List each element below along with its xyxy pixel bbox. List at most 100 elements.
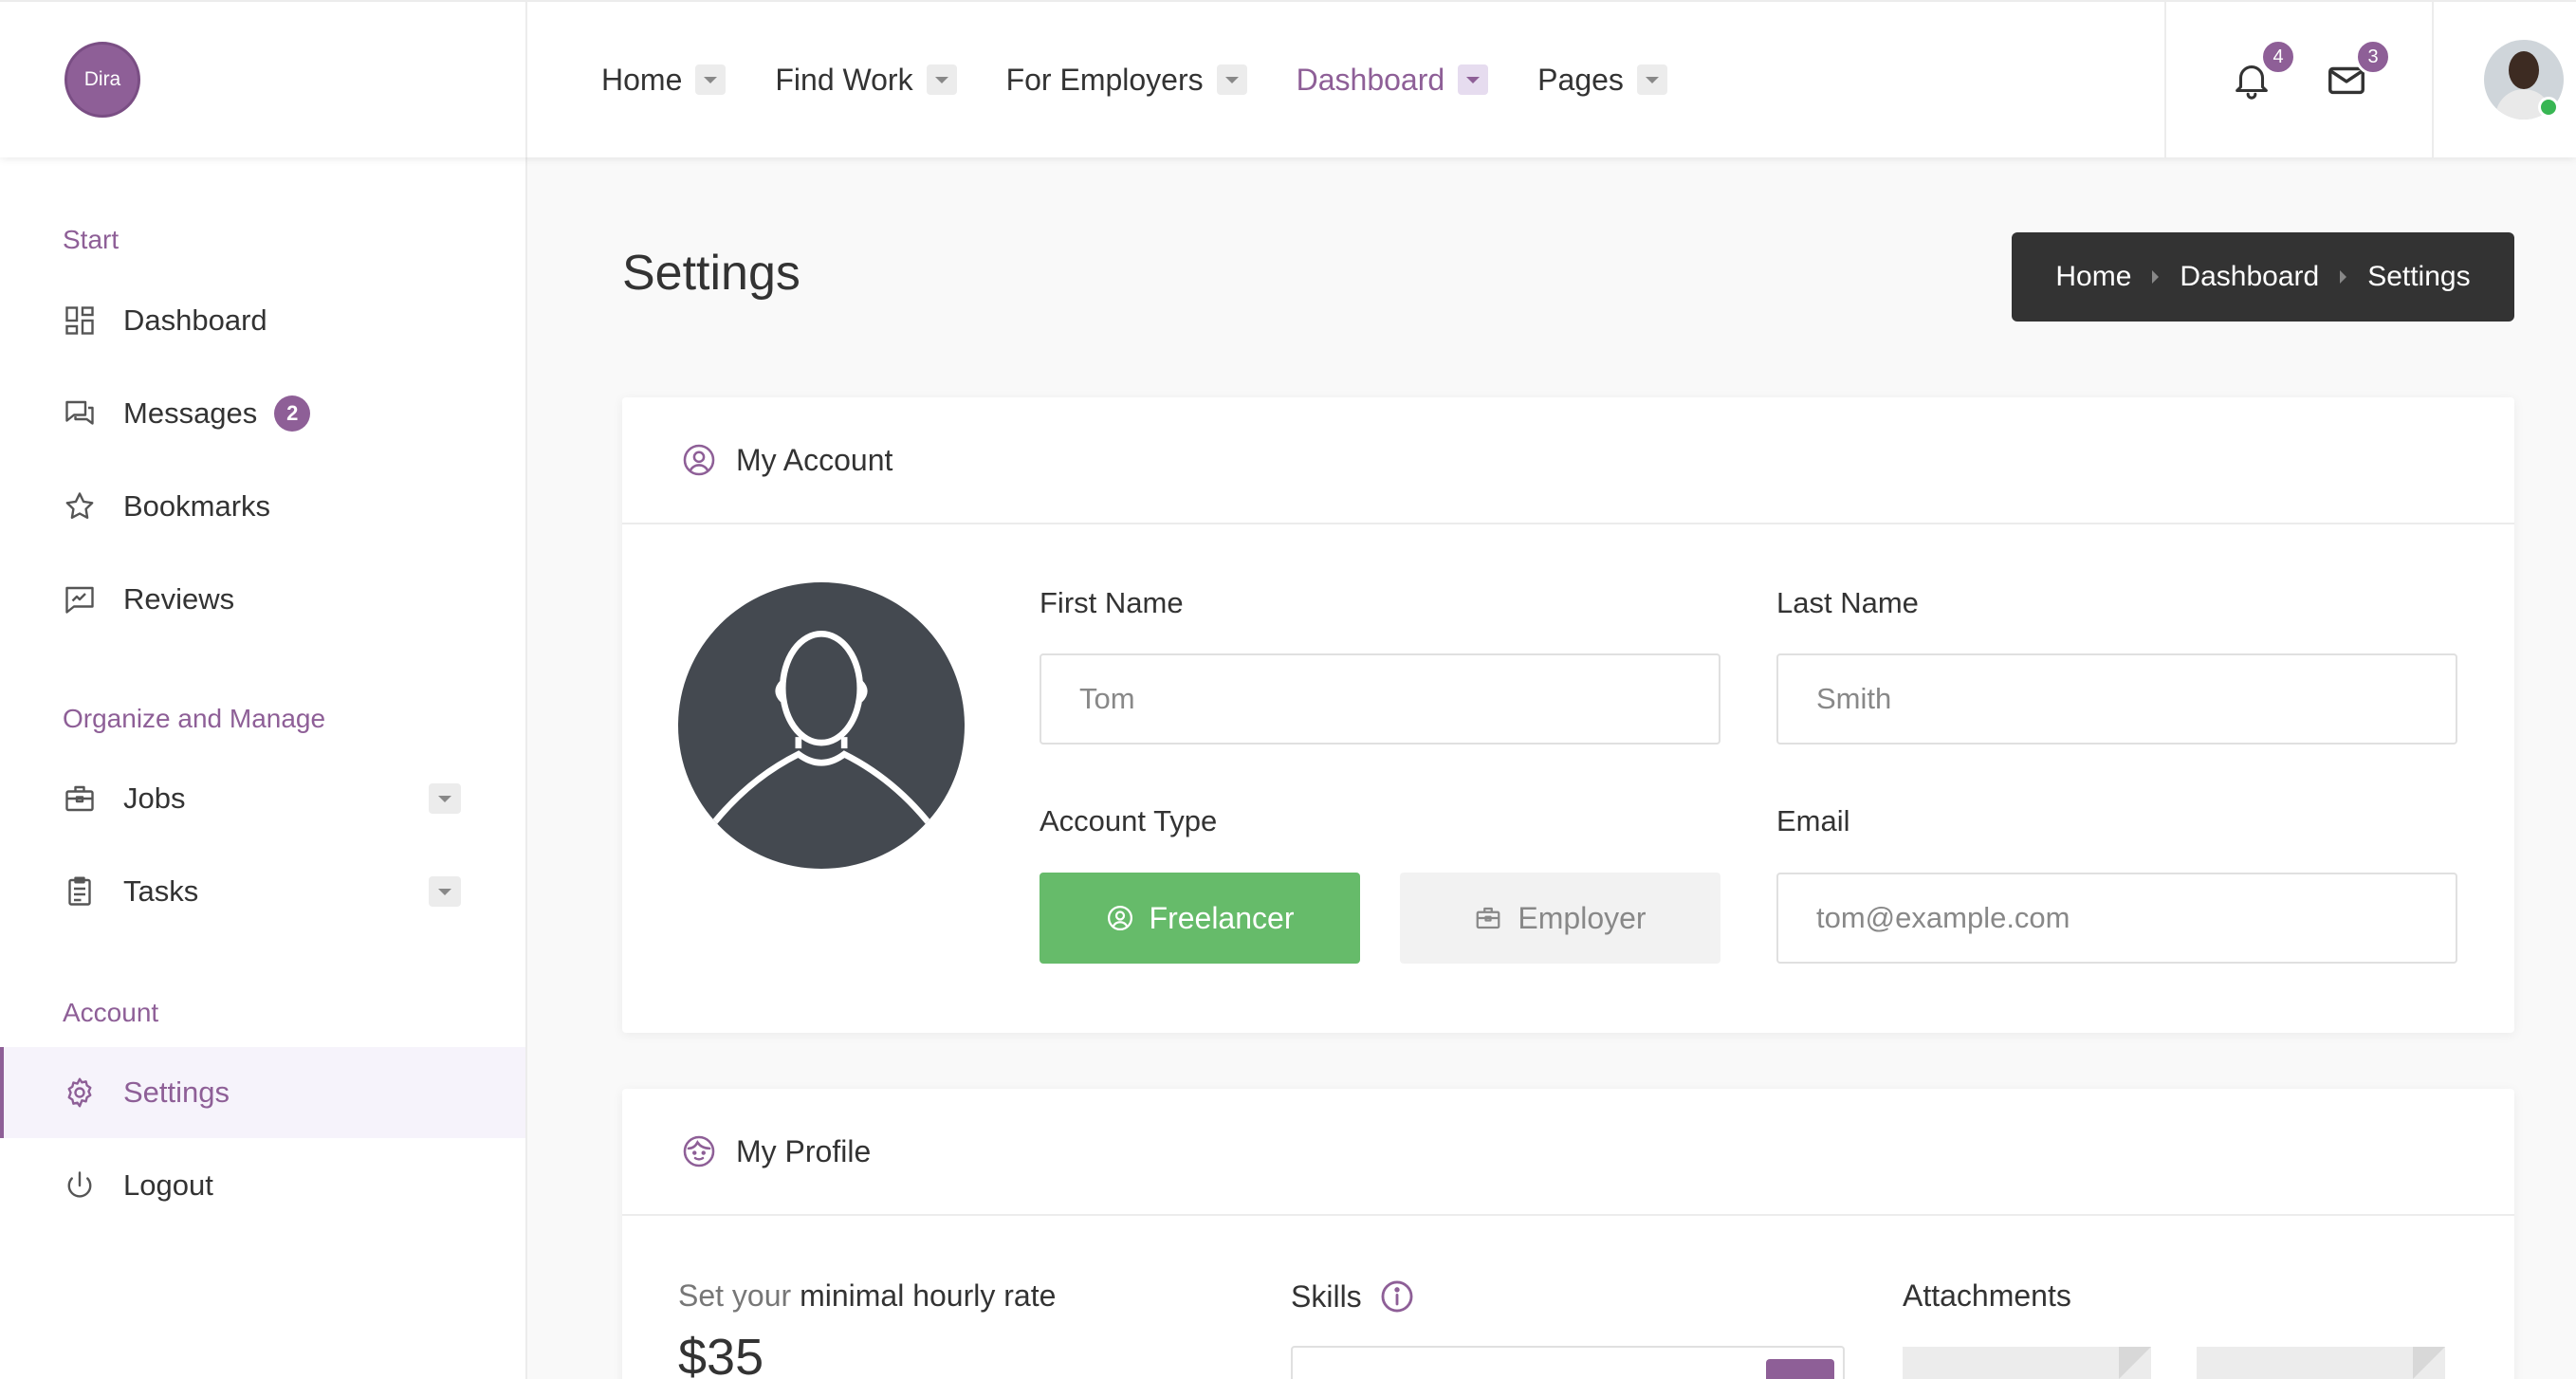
rating-icon (63, 582, 97, 616)
first-name-field[interactable] (1040, 653, 1720, 745)
last-name-label: Last Name (1776, 586, 1919, 619)
user-circle-icon (1107, 906, 1132, 930)
top-header: Dira Home Find Work For Employers Dashbo… (0, 0, 2576, 157)
messages-badge: 3 (2355, 39, 2391, 75)
sidebar-item-label: Jobs (123, 781, 186, 815)
gear-icon (63, 1076, 97, 1110)
freelancer-label: Freelancer (1149, 900, 1295, 935)
face-icon (681, 1133, 717, 1169)
hourly-rate-text: Set your minimal hourly rate (678, 1278, 1056, 1314)
chevron-down-icon[interactable] (1216, 64, 1247, 95)
freelancer-button[interactable]: Freelancer (1040, 873, 1360, 964)
user-menu (2434, 2, 2576, 157)
last-name-field[interactable] (1776, 653, 2457, 745)
user-circle-icon (681, 442, 717, 478)
sidebar-item-settings[interactable]: Settings (0, 1047, 525, 1138)
skills-label: Skills (1291, 1278, 1415, 1315)
chevron-down-icon[interactable] (1458, 64, 1489, 95)
nav-item-dashboard[interactable]: Dashboard (1297, 63, 1489, 98)
sidebar-item-jobs[interactable]: Jobs (0, 753, 525, 844)
dashboard-icon (63, 303, 97, 338)
nav-label: Home (601, 62, 683, 97)
breadcrumb-home[interactable]: Home (2055, 261, 2131, 293)
card-title: My Profile (736, 1133, 872, 1168)
employer-button[interactable]: Employer (1400, 873, 1720, 964)
attachments-label: Attachments (1903, 1278, 2071, 1313)
email-field[interactable] (1776, 873, 2457, 964)
page-title: Settings (622, 246, 800, 301)
chat-bubbles-icon (63, 396, 97, 431)
avatar-head (2509, 51, 2539, 89)
nav-item-for-employers[interactable]: For Employers (1006, 63, 1247, 98)
sidebar-section-start: Start (63, 225, 120, 254)
chevron-down-icon[interactable] (695, 64, 727, 95)
chevron-right-icon (2152, 270, 2160, 284)
power-icon (63, 1168, 97, 1203)
nav-item-pages[interactable]: Pages (1537, 63, 1667, 98)
sidebar-item-reviews[interactable]: Reviews (0, 554, 525, 645)
sidebar: Start Dashboard Messages 2 Bookmarks Rev… (0, 157, 527, 1379)
sidebar-item-label: Bookmarks (123, 489, 271, 523)
messages-count-badge: 2 (274, 395, 311, 432)
sidebar-item-logout[interactable]: Logout (0, 1140, 525, 1231)
nav-label: Dashboard (1296, 62, 1445, 97)
info-icon[interactable] (1379, 1278, 1415, 1315)
nav-label: For Employers (1005, 62, 1204, 97)
chevron-down-icon[interactable] (429, 876, 461, 907)
chevron-right-icon (2340, 270, 2347, 284)
breadcrumb: Home Dashboard Settings (2012, 232, 2514, 322)
my-profile-card: My Profile (622, 1089, 2514, 1379)
my-account-card: My Account First Name Last Name Account … (622, 397, 2514, 1033)
nav-label: Pages (1537, 62, 1624, 97)
nav-label: Find Work (775, 62, 913, 97)
online-status-indicator (2538, 97, 2559, 118)
attachment-item[interactable] (1903, 1347, 2151, 1379)
card-title: My Account (736, 442, 893, 477)
briefcase-icon (1477, 907, 1500, 929)
star-icon (63, 489, 97, 524)
sidebar-item-label: Logout (123, 1168, 213, 1202)
messages-button[interactable]: 3 (2325, 39, 2391, 101)
main-nav: Home Find Work For Employers Dashboard P… (527, 2, 2164, 157)
logo[interactable]: Dira (64, 42, 140, 118)
chevron-down-icon[interactable] (926, 64, 957, 95)
user-silhouette-icon (698, 631, 945, 842)
sidebar-item-tasks[interactable]: Tasks (0, 846, 525, 937)
sidebar-item-label: Dashboard (123, 303, 267, 337)
sidebar-item-label: Settings (123, 1076, 230, 1109)
card-header: My Account (622, 397, 2514, 524)
logo-area: Dira (0, 2, 527, 157)
employer-label: Employer (1518, 900, 1647, 935)
sidebar-item-label: Messages (123, 396, 258, 430)
notifications-button[interactable]: 4 (2230, 39, 2296, 101)
briefcase-icon (63, 781, 97, 816)
sidebar-item-label: Tasks (123, 874, 199, 908)
first-name-label: First Name (1040, 586, 1184, 619)
breadcrumb-current: Settings (2367, 261, 2471, 292)
hourly-rate-value: $35 (678, 1329, 764, 1379)
profile-picture[interactable] (678, 582, 965, 869)
attachment-item[interactable] (2197, 1347, 2445, 1379)
sidebar-item-dashboard[interactable]: Dashboard (0, 275, 525, 366)
clipboard-icon (63, 874, 97, 909)
card-header: My Profile (622, 1089, 2514, 1216)
nav-item-find-work[interactable]: Find Work (775, 62, 957, 98)
notifications-badge: 4 (2260, 39, 2296, 75)
sidebar-item-messages[interactable]: Messages 2 (0, 368, 525, 459)
breadcrumb-dashboard[interactable]: Dashboard (2180, 261, 2319, 293)
skills-label-text: Skills (1291, 1278, 1362, 1314)
chevron-down-icon[interactable] (429, 783, 461, 814)
add-skill-button[interactable] (1766, 1359, 1834, 1379)
sidebar-item-label: Reviews (123, 582, 235, 616)
sidebar-item-bookmarks[interactable]: Bookmarks (0, 461, 525, 552)
account-type-label: Account Type (1040, 804, 1218, 837)
chevron-down-icon[interactable] (1636, 64, 1667, 95)
rate-emphasis: minimal hourly rate (800, 1278, 1057, 1313)
sidebar-section-account: Account (63, 998, 159, 1027)
header-icons: 4 3 (2164, 2, 2434, 157)
sidebar-section-organize: Organize and Manage (63, 704, 326, 733)
skills-input[interactable] (1291, 1346, 1845, 1379)
email-label: Email (1776, 804, 1850, 837)
rate-prefix: Set your (678, 1278, 792, 1313)
nav-item-home[interactable]: Home (601, 62, 727, 98)
